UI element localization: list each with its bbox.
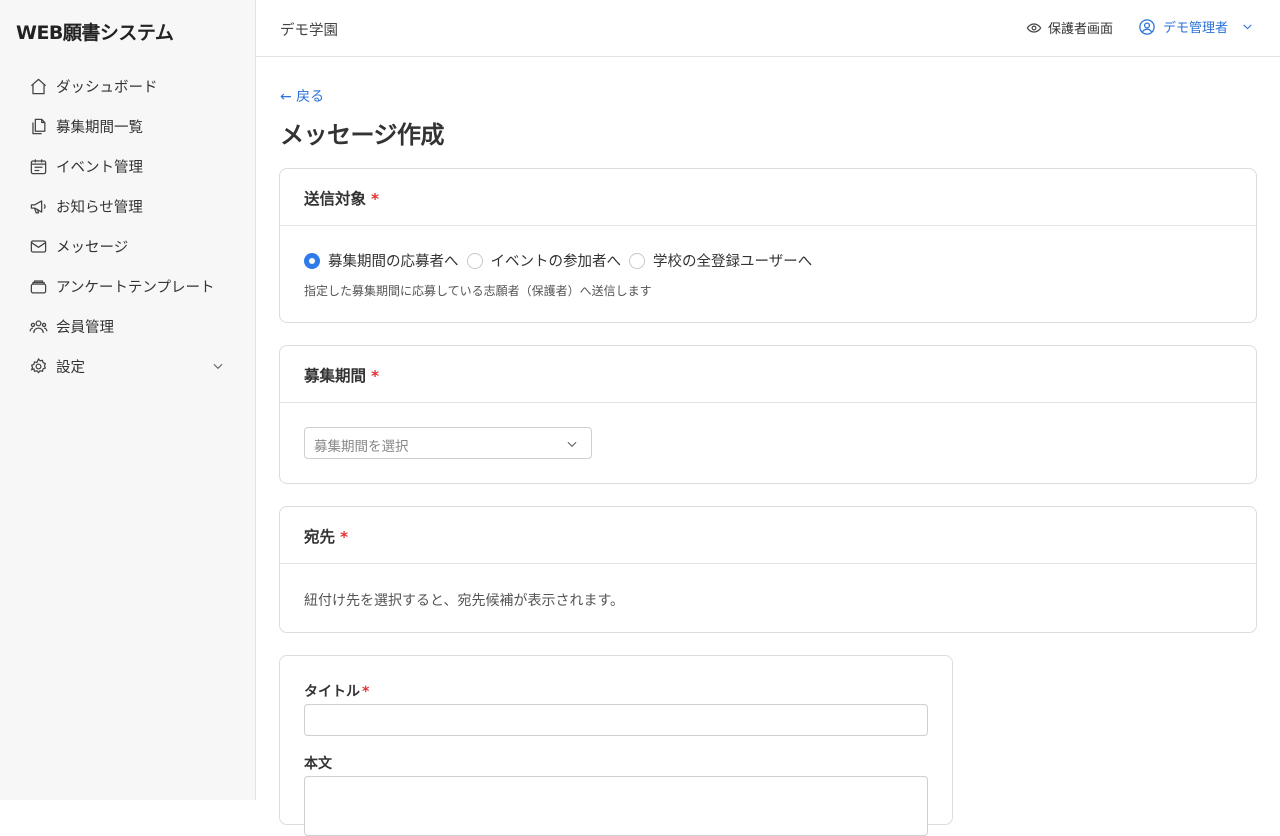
tray-icon — [28, 276, 48, 296]
school-name: デモ学園 — [280, 23, 338, 39]
title-label-text: タイトル — [304, 684, 360, 700]
radio-label: イベントの参加者へ — [490, 254, 622, 270]
user-menu[interactable]: デモ管理者 — [1138, 17, 1254, 36]
select-placeholder: 募集期間を選択 — [314, 439, 409, 455]
radio-button[interactable] — [304, 252, 320, 269]
recipients-description: 紐付け先を選択すると、宛先候補が表示されます。 — [304, 593, 625, 609]
main-content: ← 戻る メッセージ作成 送信対象 * 募集期間の応募者へ イベントの参加者へ 学… — [256, 57, 1280, 836]
sidebar-item-announcements[interactable]: お知らせ管理 — [0, 186, 255, 226]
radio-event-participants[interactable]: イベントの参加者へ — [466, 250, 622, 271]
radio-applicants[interactable]: 募集期間の応募者へ — [304, 250, 459, 271]
guardian-view-label: 保護者画面 — [1048, 22, 1114, 37]
title-input[interactable] — [304, 704, 928, 736]
chevron-down-icon — [1243, 24, 1252, 30]
sidebar-item-dashboard[interactable]: ダッシュボード — [0, 66, 255, 106]
sidebar-item-label: 会員管理 — [56, 319, 114, 336]
calendar-icon — [28, 156, 48, 176]
radio-button[interactable] — [466, 252, 483, 269]
card-heading: 募集期間 * — [280, 346, 1256, 403]
required-mark: * — [371, 190, 380, 208]
chevron-down-icon — [567, 441, 577, 448]
period-card: 募集期間 * 募集期間を選択 — [279, 345, 1257, 484]
user-name: デモ管理者 — [1163, 21, 1229, 36]
body-label: 本文 — [304, 756, 332, 772]
gear-icon — [28, 356, 48, 376]
radio-label: 学校の全登録ユーザーへ — [653, 254, 813, 270]
sidebar-item-label: お知らせ管理 — [56, 199, 143, 216]
sidebar-item-label: ダッシュボード — [56, 79, 158, 96]
mail-icon — [28, 236, 48, 256]
guardian-view-link[interactable]: 保護者画面 — [1026, 18, 1113, 37]
card-heading-label: 送信対象 — [304, 190, 367, 208]
recipients-card: 宛先 * 紐付け先を選択すると、宛先候補が表示されます。 — [279, 506, 1257, 633]
card-heading-label: 募集期間 — [304, 367, 367, 385]
sidebar-item-label: イベント管理 — [56, 159, 143, 176]
back-link[interactable]: ← 戻る — [280, 86, 324, 106]
target-hint: 指定した募集期間に応募している志願者（保護者）へ送信します — [304, 284, 652, 298]
card-heading-label: 宛先 — [304, 528, 336, 546]
required-mark: * — [362, 684, 370, 700]
sidebar-item-label: 募集期間一覧 — [56, 119, 143, 136]
radio-all-users[interactable]: 学校の全登録ユーザーへ — [629, 250, 812, 271]
sidebar-item-members[interactable]: 会員管理 — [0, 306, 255, 346]
sidebar-item-label: メッセージ — [56, 239, 129, 256]
user-circle-icon — [1139, 18, 1155, 35]
chevron-down-icon — [213, 363, 223, 370]
body-textarea[interactable] — [304, 776, 928, 836]
card-heading: 宛先 * — [280, 507, 1256, 564]
page-title: メッセージ作成 — [280, 121, 445, 149]
radio-label: 募集期間の応募者へ — [328, 254, 459, 270]
period-select[interactable]: 募集期間を選択 — [304, 427, 592, 459]
users-icon — [28, 316, 48, 336]
sidebar-item-events[interactable]: イベント管理 — [0, 146, 255, 186]
target-radio-group: 募集期間の応募者へ イベントの参加者へ 学校の全登録ユーザーへ — [304, 250, 820, 271]
eye-icon — [1026, 22, 1042, 33]
required-mark: * — [371, 367, 380, 385]
sidebar-item-messages[interactable]: メッセージ — [0, 226, 255, 266]
card-heading: 送信対象 * — [280, 169, 1256, 226]
sidebar-item-settings[interactable]: 設定 — [0, 346, 255, 386]
header: デモ学園 保護者画面 デモ管理者 — [256, 0, 1280, 57]
sidebar-nav: ダッシュボード 募集期間一覧 イベント管理 お知らせ管理 メッセージ アンケート… — [0, 66, 255, 386]
sidebar-item-label: アンケートテンプレート — [56, 279, 215, 296]
home-icon — [28, 76, 48, 96]
required-mark: * — [340, 528, 349, 546]
app-title: WEB願書システム — [16, 22, 174, 44]
target-card: 送信対象 * 募集期間の応募者へ イベントの参加者へ 学校の全登録ユーザーへ 指定… — [279, 168, 1257, 323]
sidebar-item-label: 設定 — [56, 359, 85, 376]
title-label: タイトル * — [304, 681, 369, 701]
megaphone-icon — [28, 196, 48, 216]
sidebar-item-recruitment-periods[interactable]: 募集期間一覧 — [0, 106, 255, 146]
sidebar-item-survey-templates[interactable]: アンケートテンプレート — [0, 266, 255, 306]
documents-icon — [28, 116, 48, 136]
sidebar: WEB願書システム ダッシュボード 募集期間一覧 イベント管理 お知らせ管理 メ… — [0, 0, 256, 800]
radio-button[interactable] — [629, 252, 645, 269]
